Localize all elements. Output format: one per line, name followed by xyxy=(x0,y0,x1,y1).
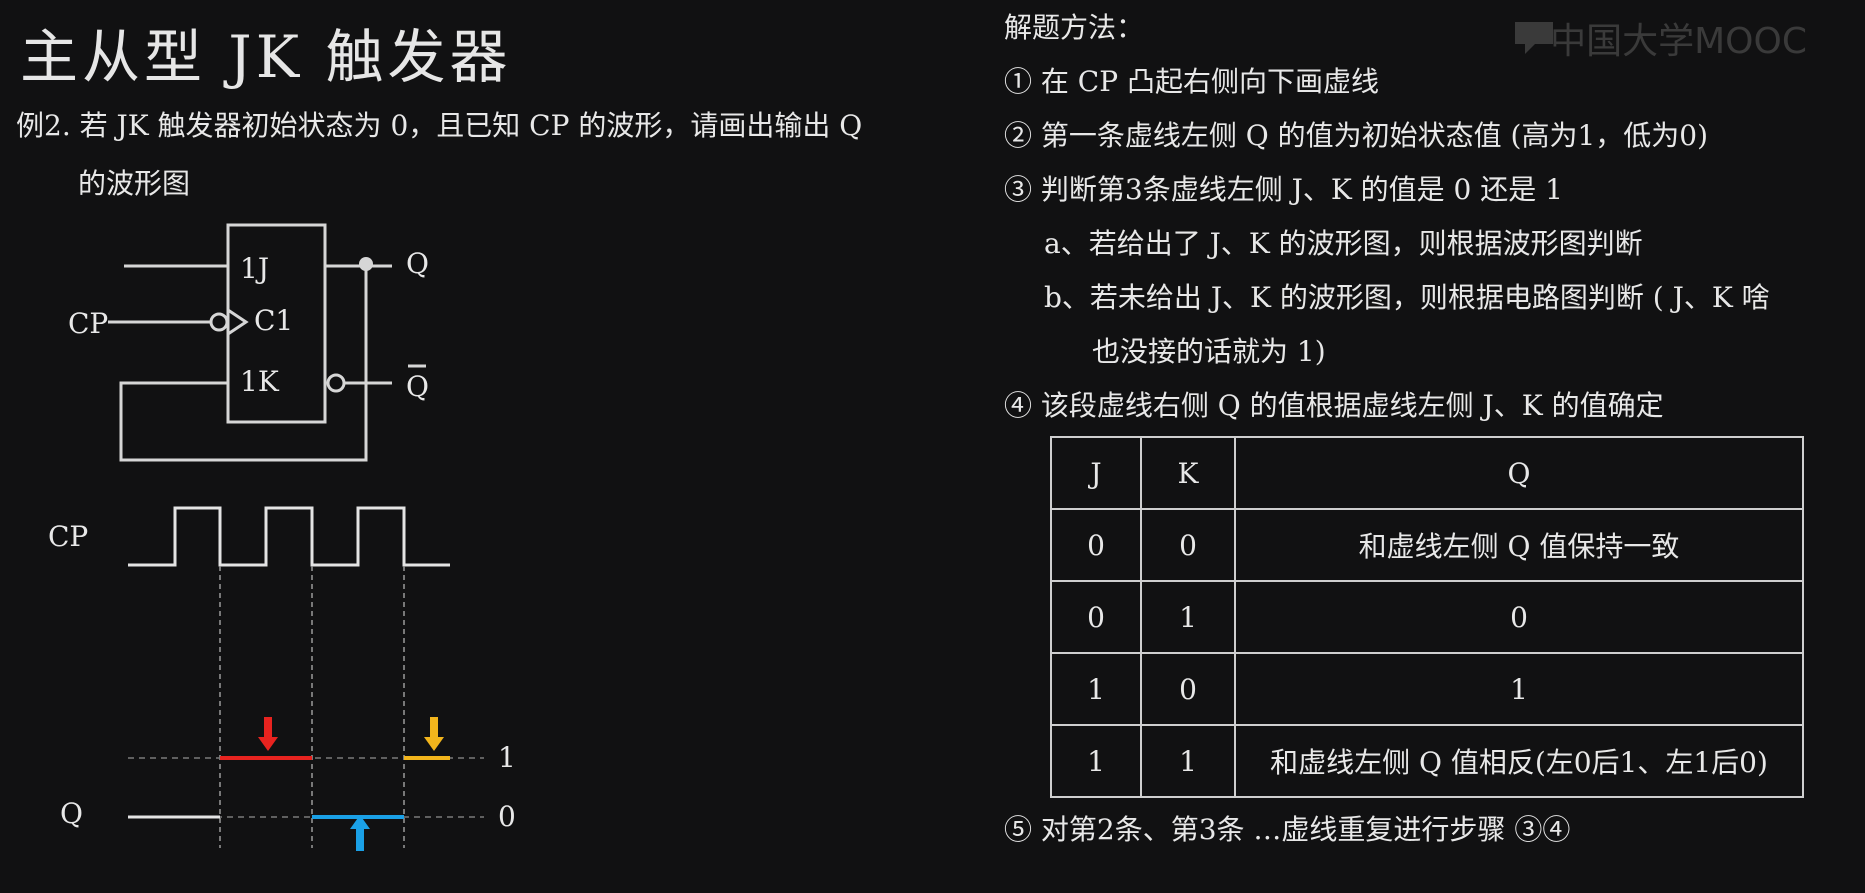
cp-waveform xyxy=(128,506,450,567)
level-0-label: 0 xyxy=(498,800,516,833)
method-step-3b-line1: b、若未给出 J、K 的波形图，则根据电路图判断 ( J、K 啥 xyxy=(1044,281,1770,314)
cp-input-label: CP xyxy=(68,307,108,340)
header-j: J xyxy=(1050,436,1142,510)
q-waveform-label: Q xyxy=(60,797,83,830)
junction-dot xyxy=(359,257,373,271)
cell-q: 和虚线左侧 Q 值保持一致 xyxy=(1234,508,1804,582)
method-step-4: ④ 该段虚线右侧 Q 的值根据虚线左侧 J、K 的值确定 xyxy=(1004,389,1664,422)
header-k: K xyxy=(1140,436,1236,510)
table-header-row: J K Q xyxy=(1050,436,1804,510)
cell-j: 1 xyxy=(1050,724,1142,798)
method-step-2: ② 第一条虚线左侧 Q 的值为初始状态值 (高为1，低为0) xyxy=(1004,119,1709,152)
cell-j: 1 xyxy=(1050,652,1142,726)
method-step-1: ① 在 CP 凸起右侧向下画虚线 xyxy=(1004,65,1379,98)
method-step-5: ⑤ 对第2条、第3条 …虚线重复进行步骤 ③④ xyxy=(1004,813,1571,846)
method-step-3a: a、若给出了 J、K 的波形图，则根据波形图判断 xyxy=(1044,227,1643,260)
method-step-3: ③ 判断第3条虚线左侧 J、K 的值是 0 还是 1 xyxy=(1004,173,1563,206)
blue-up-arrow-icon xyxy=(350,815,370,851)
slide: 主从型 JK 触发器 例2. 若 JK 触发器初始状态为 0，且已知 CP 的波… xyxy=(0,0,1865,893)
pin-1k-label: 1K xyxy=(240,365,280,398)
q-output-label: Q xyxy=(406,247,429,280)
red-down-arrow-icon xyxy=(258,717,278,751)
cell-k: 1 xyxy=(1140,580,1236,654)
cell-q: 0 xyxy=(1234,580,1804,654)
method-step-3b-line2: 也没接的话就为 1) xyxy=(1092,335,1326,368)
table-row: 0 0 和虚线左侧 Q 值保持一致 xyxy=(1050,508,1804,582)
jk-flipflop-circuit: 1J C1 1K CP Q Q xyxy=(68,223,429,462)
table-row: 0 1 0 xyxy=(1050,580,1804,654)
table-row: 1 0 1 xyxy=(1050,652,1804,726)
header-q: Q xyxy=(1234,436,1804,510)
clock-inversion-bubble xyxy=(209,312,229,332)
watermark: 中国大学MOOC xyxy=(1550,21,1807,62)
cp-waveform-label: CP xyxy=(48,520,88,553)
pin-c1-label: C1 xyxy=(254,304,293,337)
yellow-down-arrow-icon xyxy=(424,717,444,751)
truth-table: J K Q 0 0 和虚线左侧 Q 值保持一致 0 1 0 1 0 1 1 1 … xyxy=(1050,436,1804,798)
cell-k: 0 xyxy=(1140,508,1236,582)
table-row: 1 1 和虚线左侧 Q 值相反(左0后1、左1后0) xyxy=(1050,724,1804,798)
feedback-wire xyxy=(119,266,368,462)
pin-1j-label: 1J xyxy=(240,252,269,285)
level-1-label: 1 xyxy=(498,741,516,774)
cell-k: 0 xyxy=(1140,652,1236,726)
qbar-output-label: Q xyxy=(406,370,429,403)
cell-j: 0 xyxy=(1050,580,1142,654)
cell-q: 和虚线左侧 Q 值相反(左0后1、左1后0) xyxy=(1234,724,1804,798)
cell-j: 0 xyxy=(1050,508,1142,582)
method-heading: 解题方法： xyxy=(1004,11,1145,44)
qbar-inversion-bubble xyxy=(326,373,346,393)
cell-k: 1 xyxy=(1140,724,1236,798)
cell-q: 1 xyxy=(1234,652,1804,726)
waveform-diagram: CP Q 1 0 xyxy=(48,506,516,851)
clock-edge-symbol xyxy=(227,308,249,336)
